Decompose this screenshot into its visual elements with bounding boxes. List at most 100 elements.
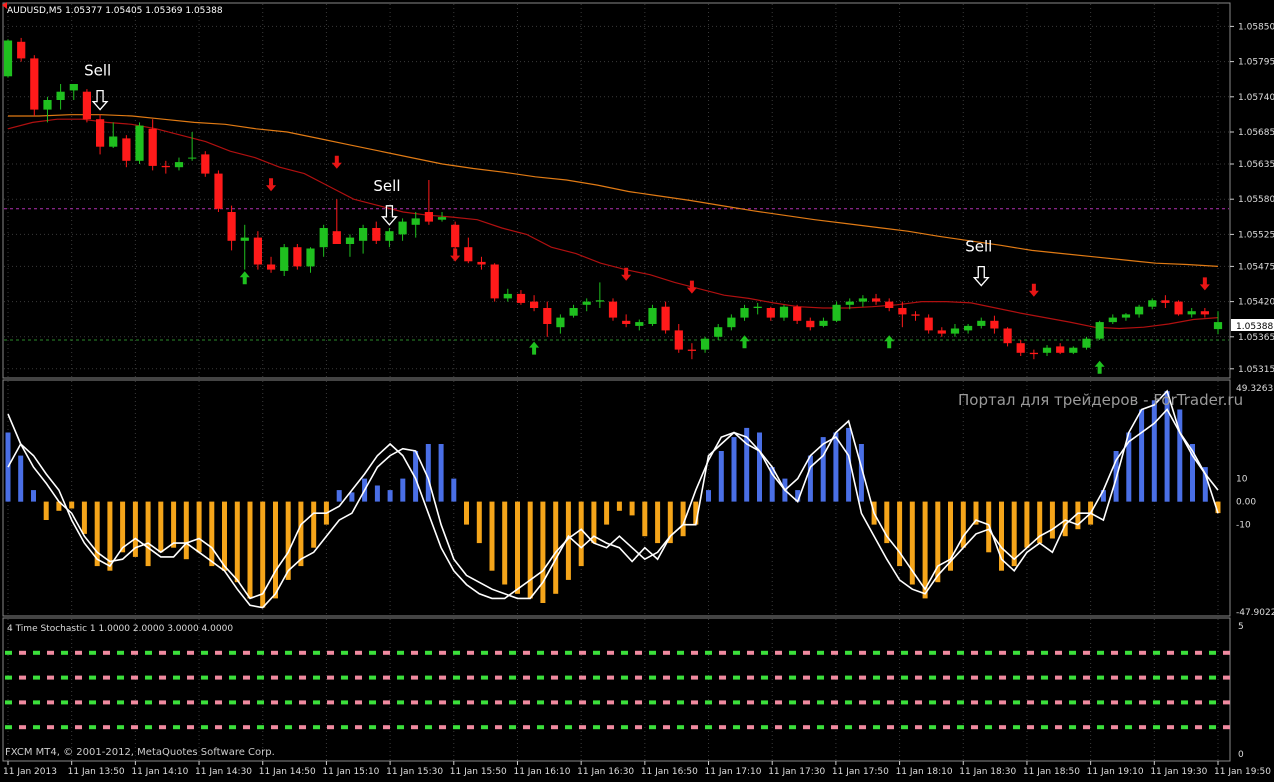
candle-body (990, 320, 999, 329)
stochastic-dot (103, 725, 110, 730)
stochastic-dot (383, 675, 390, 680)
stochastic-dot (1139, 725, 1146, 730)
candle-body (214, 173, 223, 209)
candle-body (648, 308, 657, 324)
stochastic-dot (761, 650, 768, 655)
candle-body (530, 301, 539, 308)
candle-body (635, 322, 644, 326)
stochastic-dot (33, 650, 40, 655)
price-tick-label: 1.05420 (1238, 298, 1274, 308)
stochastic-dot (19, 650, 26, 655)
histogram-bar-negative (145, 501, 151, 567)
time-tick-label: 11 Jan 17:30 (768, 767, 825, 777)
candle-body (898, 308, 907, 315)
candle-body (411, 218, 420, 225)
stochastic-dot (453, 725, 460, 730)
time-tick-label: 11 Jan 15:50 (450, 767, 507, 777)
stochastic-dot (775, 675, 782, 680)
stochastic-dot (89, 700, 96, 705)
stochastic-dot (691, 675, 698, 680)
stochastic-dot (481, 650, 488, 655)
candle-body (1082, 338, 1091, 348)
stochastic-dot (1069, 650, 1076, 655)
stochastic-dot (943, 700, 950, 705)
stochastic-dot (663, 650, 670, 655)
stochastic-dot (201, 675, 208, 680)
histogram-bar-positive (425, 444, 431, 502)
stochastic-dot (397, 725, 404, 730)
histogram-bar-negative (527, 501, 533, 599)
stochastic-dot (201, 700, 208, 705)
histogram-bar-negative (311, 501, 317, 548)
candle-body (240, 237, 249, 241)
stochastic-dot (1223, 675, 1230, 680)
stochastic-dot (467, 675, 474, 680)
time-tick-label: 11 Jan 16:50 (641, 767, 698, 777)
histogram-bar-negative (616, 501, 622, 511)
histogram-bar-negative (69, 501, 75, 509)
candle-body (924, 317, 933, 331)
stochastic-dot (915, 700, 922, 705)
candle-body (82, 91, 91, 120)
stochastic-dot (61, 725, 68, 730)
candle-body (464, 247, 473, 262)
candle-body (1108, 317, 1117, 323)
histogram-bar-negative (476, 501, 482, 544)
stochastic-dot (971, 725, 978, 730)
stochastic-dot (327, 725, 334, 730)
stochastic-dot (635, 650, 642, 655)
histogram-bar-negative (43, 501, 49, 520)
stochastic-dot (887, 725, 894, 730)
candle-body (964, 325, 973, 331)
stochastic-dot (257, 675, 264, 680)
stochastic-dot (817, 700, 824, 705)
stochastic-dot (789, 650, 796, 655)
candle-body (516, 293, 526, 303)
stochastic-dot (173, 650, 180, 655)
stochastic-dot (1027, 650, 1034, 655)
stochastic-dot (131, 725, 138, 730)
candle-body (30, 58, 39, 110)
stochastic-dot (75, 650, 82, 655)
stochastic-dot (831, 700, 838, 705)
stochastic-dot (719, 700, 726, 705)
candle-body (69, 84, 78, 91)
stochastic-dot (915, 650, 922, 655)
stochastic-dot (1139, 700, 1146, 705)
histogram-bar-negative (222, 501, 227, 571)
copyright-footer: FXCM MT4, © 2001-2012, MetaQuotes Softwa… (5, 747, 275, 758)
stochastic-dot (747, 675, 754, 680)
stochastic-dot (1027, 725, 1034, 730)
stochastic-dot (383, 700, 390, 705)
histogram-bar-negative (922, 501, 928, 599)
histogram-bar-positive (731, 437, 737, 502)
histogram-bar-positive (820, 437, 826, 502)
stochastic-dot (159, 675, 166, 680)
time-tick-label: 11 Jan 19:10 (1087, 767, 1144, 777)
stochastic-dot (229, 725, 236, 730)
stochastic-dot (383, 725, 390, 730)
stochastic-dot (1083, 725, 1090, 730)
stochastic-dot (845, 675, 852, 680)
stochastic-dot (299, 675, 306, 680)
stochastic-dot (1223, 700, 1230, 705)
mt4-chart-svg: Sell Sell Sell AUDUSD,M5 1.05377 1.05405 1… (0, 0, 1274, 778)
histogram-bar-positive (757, 432, 762, 502)
candle-body (819, 320, 828, 326)
stochastic-dot (565, 700, 572, 705)
stochastic-dot (33, 725, 40, 730)
candle-body (227, 212, 236, 241)
stochastic-dot (285, 650, 292, 655)
candle-body (109, 136, 118, 147)
oscillator-tick-label: 10 (1236, 475, 1248, 485)
stochastic-dot (145, 700, 152, 705)
stochastic-dot (999, 725, 1006, 730)
stochastic-dot (1209, 650, 1216, 655)
time-tick-label: 11 Jan 19:50 (1214, 767, 1271, 777)
stochastic-dot (523, 725, 530, 730)
stochastic-dot (215, 675, 222, 680)
candle-body (161, 165, 170, 168)
candle-body (96, 119, 105, 147)
candle-body (950, 328, 960, 334)
histogram-bar-negative (489, 501, 495, 571)
